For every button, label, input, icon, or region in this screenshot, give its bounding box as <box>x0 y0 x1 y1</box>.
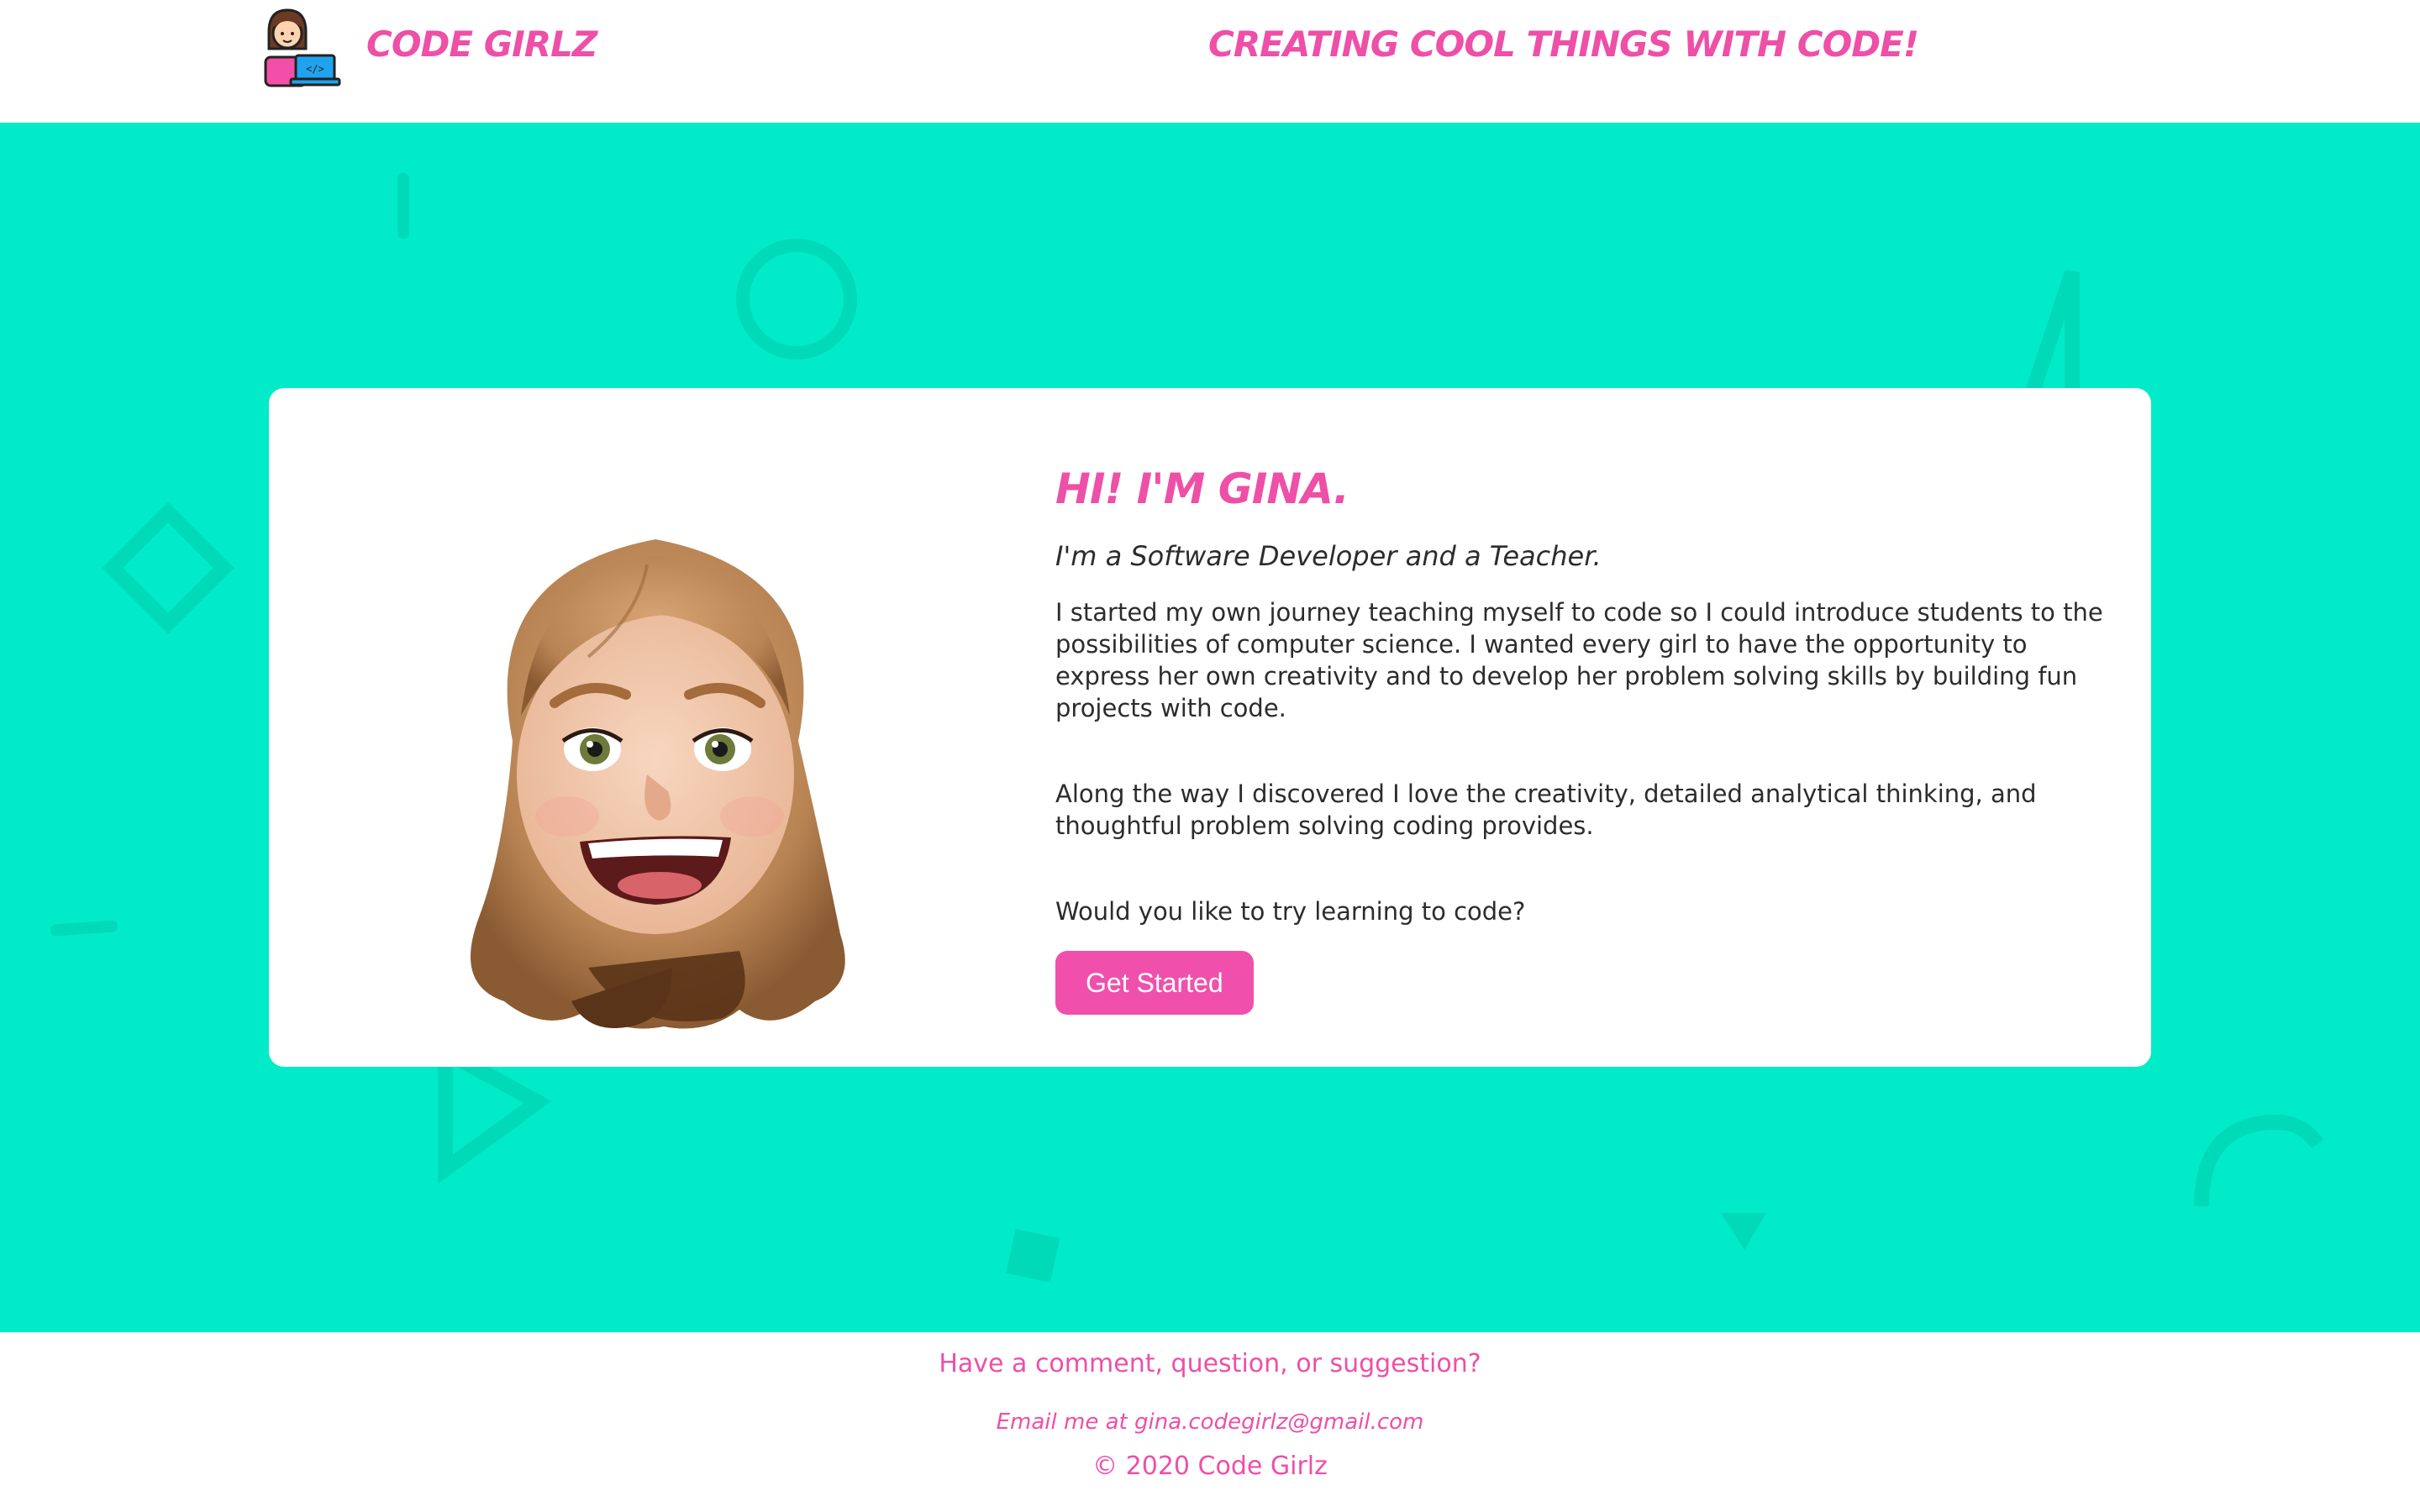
intro-subtitle: I'm a Software Developer and a Teacher. <box>1055 540 1602 572</box>
girl-with-laptop-icon[interactable]: </> <box>257 7 341 87</box>
svg-text:</>: </> <box>306 63 324 75</box>
hero-section: Hi! I'm Gina. I'm a Software Developer a… <box>0 123 2420 1332</box>
site-header: </> Code Girlz Creating Cool Things With… <box>0 0 2420 123</box>
intro-paragraph-1: I started my own journey teaching myself… <box>1055 598 2103 722</box>
footer-email-link[interactable]: Email me at gina.codegirlz@gmail.com <box>0 1410 2420 1435</box>
site-footer: Have a comment, question, or suggestion?… <box>0 1332 2420 1512</box>
footer-question: Have a comment, question, or suggestion? <box>939 1349 1481 1378</box>
decorative-line-shape <box>397 173 409 239</box>
get-started-button[interactable]: Get Started <box>1055 951 1254 1015</box>
memoji-avatar <box>471 539 845 1029</box>
intro-paragraph-2: Along the way I discovered I love the cr… <box>1055 780 2037 840</box>
decorative-circle-shape <box>736 239 857 360</box>
intro-card: Hi! I'm Gina. I'm a Software Developer a… <box>269 388 2151 1067</box>
decorative-dash-shape <box>50 920 118 937</box>
brand-name[interactable]: Code Girlz <box>366 24 597 65</box>
decorative-arc-shape <box>2194 1114 2324 1207</box>
intro-paragraph-3: Would you like to try learning to code? <box>1055 897 1526 926</box>
intro-content: Hi! I'm Gina. I'm a Software Developer a… <box>1055 455 2106 1015</box>
decorative-diamond-shape <box>102 501 234 634</box>
site-tagline: Creating Cool Things With Code! <box>1208 24 1919 65</box>
decorative-small-triangle-shape <box>1721 1213 1766 1250</box>
intro-heading: Hi! I'm Gina. <box>1055 465 1349 513</box>
decorative-square-shape <box>1006 1228 1060 1283</box>
footer-copyright: © 2020 Code Girlz <box>1092 1452 1328 1481</box>
